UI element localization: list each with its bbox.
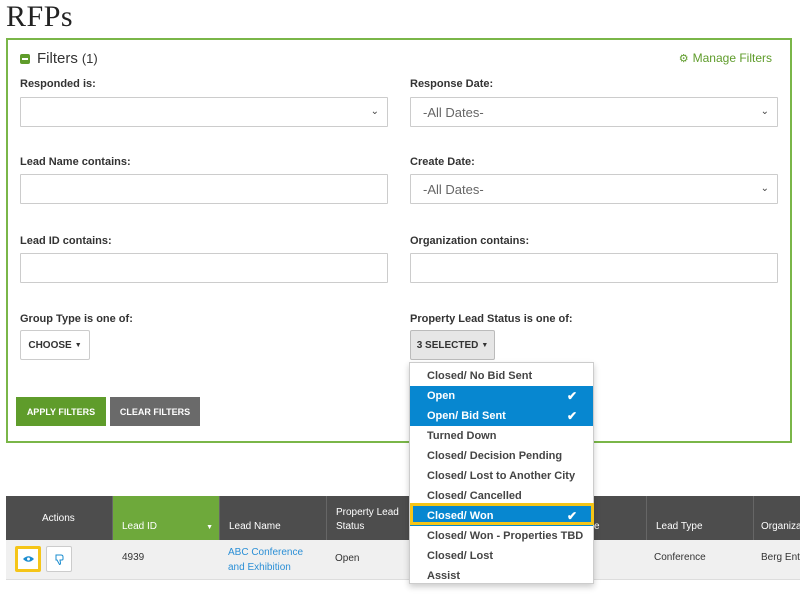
view-button[interactable] <box>15 546 41 572</box>
apply-filters-button[interactable]: APPLY FILTERS <box>16 397 106 426</box>
status-option-label: Closed/ Cancelled <box>427 490 522 502</box>
collapse-icon[interactable] <box>20 53 30 64</box>
status-option[interactable]: Closed/ No Bid Sent <box>410 366 593 386</box>
row-status: Open <box>335 553 360 564</box>
header-lead-name[interactable]: Lead Name <box>220 496 327 540</box>
status-option-label: Assist <box>427 570 461 582</box>
manage-filters-label: Manage Filters <box>692 51 772 65</box>
organization-input[interactable] <box>410 253 778 283</box>
filters-title: Filters <box>37 50 78 67</box>
status-option[interactable]: Assist <box>410 566 593 586</box>
create-date-label: Create Date: <box>410 156 475 168</box>
response-date-label: Response Date: <box>410 78 494 90</box>
status-option-label: Turned Down <box>427 430 497 442</box>
lead-name-input[interactable] <box>20 174 388 204</box>
table-row: 4939 ABC Conference and Exhibition Open … <box>6 540 800 580</box>
table-header: Actions Lead ID ▼ Lead Name Property Lea… <box>6 496 800 540</box>
status-option[interactable]: Closed/ Won ✔ <box>410 506 593 526</box>
chevron-down-icon: ⌄ <box>760 183 769 194</box>
property-status-label: Property Lead Status is one of: <box>410 313 573 325</box>
check-icon: ✔ <box>566 409 577 423</box>
response-date-select[interactable]: -All Dates- ⌄ <box>410 97 778 127</box>
create-date-value: -All Dates- <box>423 182 484 197</box>
row-lead-name-line1: ABC Conference <box>228 547 304 558</box>
status-option-label: Closed/ No Bid Sent <box>427 370 533 382</box>
property-status-dropdown: Closed/ No Bid Sent Open ✔ Open/ Bid Sent ✔ T… <box>409 362 594 584</box>
status-option[interactable]: Closed/ Lost to Another City <box>410 466 593 486</box>
lead-id-label: Lead ID contains: <box>20 235 112 247</box>
caret-down-icon: ▼ <box>74 341 82 349</box>
group-type-choose-button[interactable]: CHOOSE ▼ <box>20 330 90 360</box>
check-icon: ✔ <box>566 389 577 403</box>
header-lead-name-label: Lead Name <box>229 521 281 532</box>
header-organization-label: Organiza <box>761 521 800 532</box>
gear-icon: ⚙ <box>678 52 689 65</box>
group-type-label: Group Type is one of: <box>20 313 133 325</box>
status-option[interactable]: Closed/ Won - Properties TBD <box>410 526 593 546</box>
row-organization: Berg Ent <box>761 552 800 563</box>
status-option-label: Closed/ Lost to Another City <box>427 470 576 482</box>
row-lead-name-line2: and Exhibition <box>228 562 291 573</box>
header-lead-type-label: Lead Type <box>656 521 703 532</box>
status-option-label: Closed/ Won <box>427 510 494 522</box>
status-option[interactable]: Open/ Bid Sent ✔ <box>410 406 593 426</box>
caret-down-icon: ▼ <box>481 341 489 349</box>
create-date-select[interactable]: -All Dates- ⌄ <box>410 174 778 204</box>
response-date-value: -All Dates- <box>423 105 484 120</box>
status-option-label: Closed/ Won - Properties TBD <box>427 530 584 542</box>
status-option[interactable]: Closed/ Cancelled <box>410 486 593 506</box>
header-partial-label: e <box>594 521 600 532</box>
header-actions: Actions <box>6 496 113 540</box>
status-option-label: Open/ Bid Sent <box>427 410 506 422</box>
sort-down-icon: ▼ <box>206 524 213 531</box>
eye-icon <box>22 556 34 562</box>
property-status-button[interactable]: 3 SELECTED ▼ <box>410 330 495 360</box>
row-lead-type: Conference <box>654 552 706 563</box>
filters-count: (1) <box>81 51 98 66</box>
header-status-line1: Property Lead <box>336 507 399 518</box>
responded-label: Responded is: <box>20 78 96 90</box>
lead-id-input[interactable] <box>20 253 388 283</box>
header-lead-type[interactable]: Lead Type <box>647 496 754 540</box>
clear-filters-button[interactable]: CLEAR FILTERS <box>110 397 200 426</box>
header-organization[interactable]: Organiza <box>754 496 800 540</box>
choose-label: CHOOSE <box>28 339 72 351</box>
filters-header[interactable]: Filters (1) <box>20 50 98 67</box>
page-title: RFPs <box>6 0 74 33</box>
filters-panel: Filters (1) ⚙ Manage Filters Responded i… <box>6 38 792 443</box>
status-option[interactable]: Turned Down <box>410 426 593 446</box>
header-actions-label: Actions <box>42 513 75 524</box>
header-status-line2: Status <box>336 521 365 532</box>
chevron-down-icon: ⌄ <box>760 106 769 117</box>
thumbs-down-button[interactable] <box>46 546 72 572</box>
responded-select[interactable]: ⌄ <box>20 97 388 127</box>
status-option[interactable]: Closed/ Lost <box>410 546 593 566</box>
lead-name-label: Lead Name contains: <box>20 156 131 168</box>
header-status[interactable]: Property Lead Status <box>327 496 413 540</box>
check-icon: ✔ <box>566 509 577 523</box>
chevron-down-icon: ⌄ <box>370 106 379 117</box>
status-option-label: Closed/ Decision Pending <box>427 450 563 462</box>
manage-filters-link[interactable]: ⚙ Manage Filters <box>679 51 772 65</box>
row-lead-id: 4939 <box>122 552 145 563</box>
thumbs-down-icon <box>55 554 63 565</box>
organization-label: Organization contains: <box>410 235 530 247</box>
header-lead-id-label: Lead ID <box>122 521 158 532</box>
row-lead-name-link[interactable]: ABC Conference and Exhibition <box>228 545 303 575</box>
header-lead-id[interactable]: Lead ID ▼ <box>113 496 220 540</box>
status-option-label: Open <box>427 390 456 402</box>
status-option[interactable]: Closed/ Decision Pending <box>410 446 593 466</box>
status-option[interactable]: Open ✔ <box>410 386 593 406</box>
status-option-label: Closed/ Lost <box>427 550 494 562</box>
selected-count-label: 3 SELECTED <box>416 339 479 351</box>
